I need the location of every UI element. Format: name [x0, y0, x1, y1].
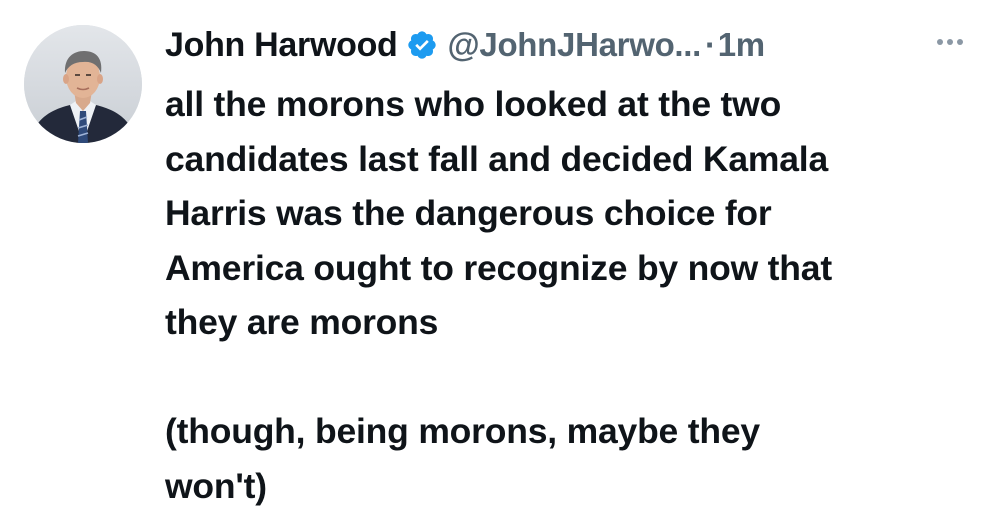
timestamp[interactable]: 1m	[718, 26, 765, 64]
more-horizontal-icon[interactable]	[930, 24, 970, 60]
verified-badge-icon	[406, 29, 438, 61]
tweet-card[interactable]: John Harwood @JohnJHarwo... · 1m all the…	[0, 0, 1000, 494]
tweet-text: all the morons who looked at the two can…	[165, 77, 965, 513]
tweet-text-line: (though, being morons, maybe they	[165, 404, 965, 459]
tweet-text-line: candidates last fall and decided Kamala	[165, 132, 965, 187]
separator-dot: ·	[705, 26, 716, 64]
tweet-text-line: Harris was the dangerous choice for	[165, 186, 965, 241]
tweet-text-line: all the morons who looked at the two	[165, 77, 965, 132]
author-name[interactable]: John Harwood	[165, 26, 398, 65]
tweet-header: John Harwood @JohnJHarwo... · 1m	[165, 20, 765, 70]
tweet-text-line: won't)	[165, 459, 965, 513]
tweet-text-line: America ought to recognize by now that	[165, 241, 965, 296]
author-handle[interactable]: @JohnJHarwo...	[448, 26, 702, 64]
tweet-text-blank-line	[165, 350, 965, 405]
tweet-text-line: they are morons	[165, 295, 965, 350]
avatar-image	[24, 25, 142, 143]
avatar[interactable]	[24, 25, 142, 143]
